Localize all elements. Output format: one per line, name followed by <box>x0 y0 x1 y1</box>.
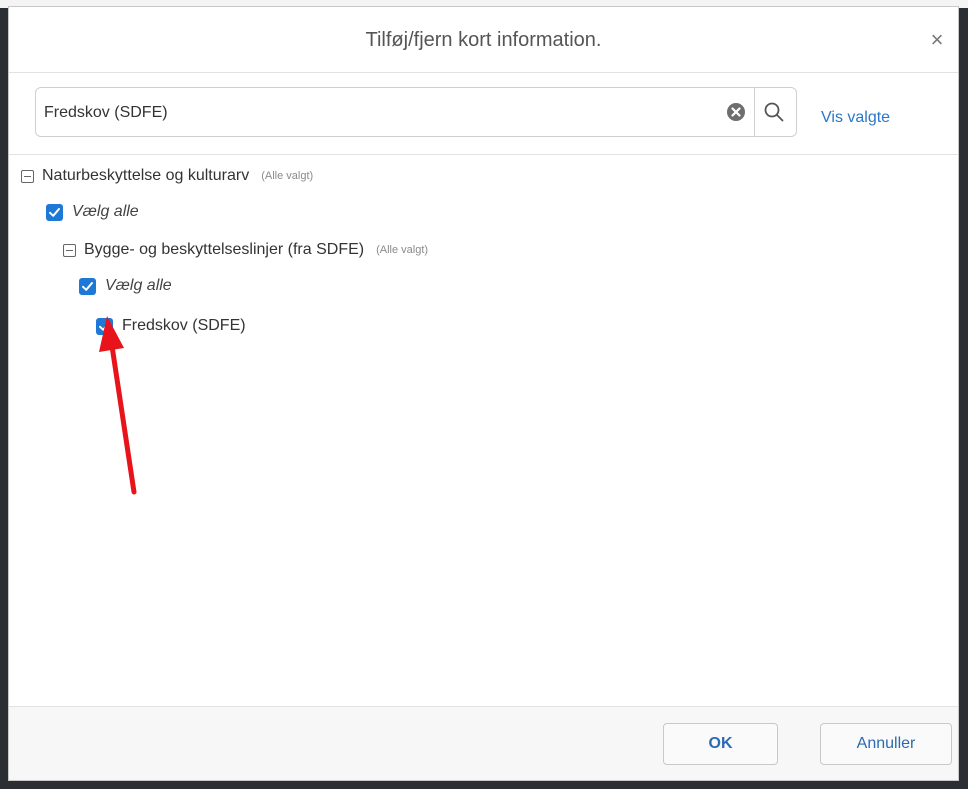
tree-group-label[interactable]: Naturbeskyttelse og kulturarv <box>42 167 249 185</box>
close-icon[interactable]: × <box>926 29 948 51</box>
tree-subgroup-status: (Alle valgt) <box>376 244 429 256</box>
dialog-title: Tilføj/fjern kort information. <box>365 29 602 51</box>
clear-icon[interactable] <box>726 102 746 122</box>
select-all-checkbox[interactable] <box>46 203 63 221</box>
add-remove-map-info-dialog: Tilføj/fjern kort information. × Vis val… <box>8 6 959 781</box>
cancel-button[interactable]: Annuller <box>820 723 952 765</box>
search-icon[interactable] <box>762 100 786 124</box>
checkmark-icon <box>49 207 60 217</box>
dialog-header: Tilføj/fjern kort information. × <box>9 7 958 73</box>
select-all-checkbox[interactable] <box>79 277 96 295</box>
layer-tree: Naturbeskyttelse og kulturarv (Alle valg… <box>9 155 958 710</box>
select-all-label[interactable]: Vælg alle <box>72 203 139 221</box>
tree-group-status: (Alle valgt) <box>261 170 314 182</box>
ok-button[interactable]: OK <box>663 723 778 765</box>
show-selected-link[interactable]: Vis valgte <box>821 109 890 127</box>
tree-subgroup-row: Bygge- og beskyttelseslinjer (fra SDFE) … <box>63 239 428 261</box>
layer-checkbox[interactable] <box>96 317 113 335</box>
minus-box-icon[interactable] <box>21 169 34 183</box>
tree-item-row: Fredskov (SDFE) <box>96 315 246 337</box>
tree-group-row: Naturbeskyttelse og kulturarv (Alle valg… <box>21 165 313 187</box>
search-input[interactable] <box>42 98 706 128</box>
search-divider <box>754 88 755 136</box>
tree-subgroup-select-all-row: Vælg alle <box>79 275 172 297</box>
tree-group-select-all-row: Vælg alle <box>46 201 139 223</box>
checkmark-icon <box>82 281 93 291</box>
select-all-label[interactable]: Vælg alle <box>105 277 172 295</box>
minus-box-icon[interactable] <box>63 243 76 257</box>
search-row: Vis valgte <box>9 73 958 155</box>
tree-subgroup-label[interactable]: Bygge- og beskyttelseslinjer (fra SDFE) <box>84 241 364 259</box>
dialog-footer: OK Annuller <box>9 706 958 780</box>
checkmark-icon <box>99 321 110 331</box>
search-box <box>35 87 797 137</box>
layer-label[interactable]: Fredskov (SDFE) <box>122 317 246 335</box>
